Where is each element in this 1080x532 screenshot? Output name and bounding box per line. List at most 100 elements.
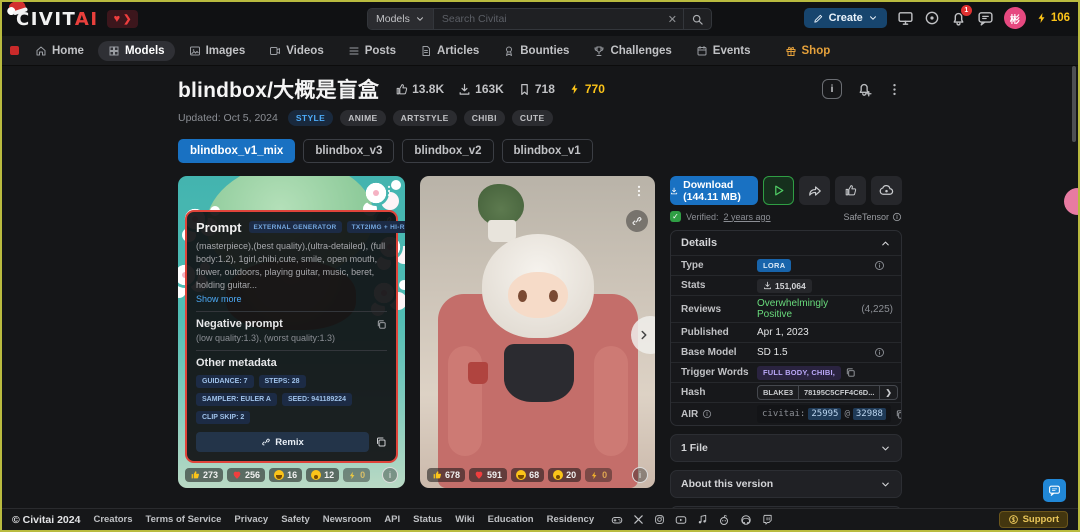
hash-more-button[interactable]: ❯ — [880, 385, 898, 400]
tag-cute[interactable]: CUTE — [511, 110, 553, 126]
youtube-icon[interactable] — [675, 514, 687, 526]
discord-icon[interactable] — [611, 514, 623, 526]
screen-share-button[interactable] — [897, 10, 914, 27]
reaction-buzz[interactable]: 0 — [343, 468, 371, 482]
version-button-v3[interactable]: blindbox_v3 — [303, 139, 395, 163]
feedback-chat-button[interactable] — [1043, 479, 1066, 502]
browsing-level-button[interactable] — [924, 10, 940, 26]
footer-link-terms[interactable]: Terms of Service — [146, 514, 222, 525]
search-input[interactable] — [433, 13, 662, 25]
footer-link-newsroom[interactable]: Newsroom — [323, 514, 372, 525]
nav-item-shop[interactable]: Shop — [775, 41, 841, 61]
copy-icon[interactable] — [845, 367, 856, 378]
x-twitter-icon[interactable] — [633, 514, 644, 525]
tag-anime[interactable]: ANIME — [340, 110, 386, 126]
buzz-balance[interactable]: 106 — [1036, 12, 1070, 24]
search-button[interactable] — [683, 9, 711, 29]
search-category-select[interactable]: Models — [368, 9, 434, 29]
verified-date-link[interactable]: 2 years ago — [724, 212, 771, 222]
version-button-v1[interactable]: blindbox_v1 — [501, 139, 593, 163]
image-1-info-button[interactable]: i — [382, 467, 398, 483]
remix-button[interactable]: Remix — [196, 432, 369, 452]
reaction-wow[interactable]: 12 — [306, 468, 340, 482]
copy-icon[interactable] — [895, 409, 902, 420]
github-icon[interactable] — [740, 514, 752, 526]
gallery-image-2[interactable]: 678 591 68 20 0 i — [420, 176, 655, 488]
reviews-link[interactable]: Overwhelmingly Positive — [757, 298, 857, 320]
user-avatar[interactable]: 彬 — [1003, 7, 1026, 29]
info-icon[interactable] — [702, 409, 712, 419]
reaction-thumb[interactable]: 273 — [185, 468, 224, 482]
create-button[interactable]: Create — [803, 8, 887, 28]
details-header[interactable]: Details — [671, 231, 901, 255]
buzz-stat[interactable]: 770 — [569, 82, 605, 96]
scrollbar-thumb[interactable] — [1072, 66, 1076, 142]
reaction-heart[interactable]: 591 — [469, 468, 508, 482]
likes-stat[interactable]: 13.8K — [395, 82, 444, 96]
reaction-laugh[interactable]: 16 — [269, 468, 303, 482]
about-version-section[interactable]: About this version — [670, 470, 902, 498]
chat-button[interactable] — [977, 10, 994, 27]
gallery-image-1[interactable]: Prompt EXTERNAL GENERATOR TXT2IMG + HI-R… — [178, 176, 405, 488]
footer-link-status[interactable]: Status — [413, 514, 442, 525]
more-options-icon[interactable] — [887, 82, 902, 97]
reaction-thumb[interactable]: 678 — [427, 468, 466, 482]
footer-link-api[interactable]: API — [384, 514, 400, 525]
info-icon[interactable] — [892, 212, 902, 222]
supporter-badge[interactable]: ♥ ❯ — [106, 10, 139, 28]
tiktok-icon[interactable] — [697, 514, 708, 525]
nav-item-articles[interactable]: Articles — [410, 41, 489, 61]
reddit-icon[interactable] — [718, 514, 730, 526]
nav-item-images[interactable]: Images — [179, 41, 256, 61]
nav-item-challenges[interactable]: Challenges — [583, 41, 681, 61]
footer-link-creators[interactable]: Creators — [93, 514, 132, 525]
footer-link-wiki[interactable]: Wiki — [455, 514, 474, 525]
support-button[interactable]: Support — [998, 511, 1068, 528]
model-info-button[interactable]: i — [822, 79, 842, 99]
like-version-button[interactable] — [835, 176, 866, 205]
show-more-link[interactable]: Show more — [196, 294, 387, 304]
run-model-button[interactable] — [763, 176, 794, 205]
bell-plus-icon[interactable] — [856, 81, 873, 98]
nav-item-bounties[interactable]: Bounties — [493, 41, 579, 61]
image-1-menu-icon[interactable] — [382, 184, 396, 198]
twitch-icon[interactable] — [762, 514, 773, 525]
civitai-logo[interactable]: CIVITAI ♥ ❯ — [7, 2, 139, 30]
reaction-laugh[interactable]: 68 — [511, 468, 545, 482]
version-button-v1-mix[interactable]: blindbox_v1_mix — [178, 139, 296, 163]
bookmarks-stat[interactable]: 718 — [518, 82, 555, 96]
footer-link-education[interactable]: Education — [488, 514, 534, 525]
nav-item-home[interactable]: Home — [25, 41, 94, 61]
trigger-words-badge[interactable]: FULL BODY, CHIBI, — [757, 365, 842, 380]
nav-item-videos[interactable]: Videos — [259, 41, 334, 61]
nav-item-models[interactable]: Models — [97, 40, 175, 61]
share-button[interactable] — [799, 176, 830, 205]
notifications-button[interactable]: 1 — [950, 4, 972, 27]
instagram-icon[interactable] — [654, 514, 665, 525]
tag-style[interactable]: STYLE — [287, 110, 334, 126]
files-section[interactable]: 1 File — [670, 434, 902, 462]
search-clear-icon[interactable]: ✕ — [662, 13, 683, 26]
reaction-buzz[interactable]: 0 — [585, 468, 613, 482]
info-icon[interactable] — [874, 347, 885, 358]
vault-button[interactable] — [871, 176, 902, 205]
info-icon[interactable] — [874, 260, 885, 271]
reaction-wow[interactable]: 20 — [548, 468, 582, 482]
image-2-info-button[interactable]: i — [632, 467, 648, 483]
hash-value-badge[interactable]: 78195C5CFF4C6D... — [799, 385, 881, 400]
nav-item-posts[interactable]: Posts — [338, 41, 406, 61]
copy-negative-button[interactable] — [376, 319, 387, 330]
downloads-stat[interactable]: 163K — [458, 82, 504, 96]
download-button[interactable]: Download (144.11 MB) — [670, 176, 758, 205]
image-2-menu-icon[interactable] — [632, 184, 646, 198]
copy-all-button[interactable] — [375, 436, 387, 448]
tag-chibi[interactable]: CHIBI — [463, 110, 505, 126]
footer-link-privacy[interactable]: Privacy — [234, 514, 268, 525]
tag-artstyle[interactable]: ARTSTYLE — [392, 110, 457, 126]
footer-link-safety[interactable]: Safety — [281, 514, 310, 525]
footer-link-residency[interactable]: Residency — [547, 514, 595, 525]
image-2-link-button[interactable] — [626, 210, 648, 232]
nav-item-events[interactable]: Events — [686, 41, 761, 61]
reaction-heart[interactable]: 256 — [227, 468, 266, 482]
version-button-v2[interactable]: blindbox_v2 — [402, 139, 494, 163]
